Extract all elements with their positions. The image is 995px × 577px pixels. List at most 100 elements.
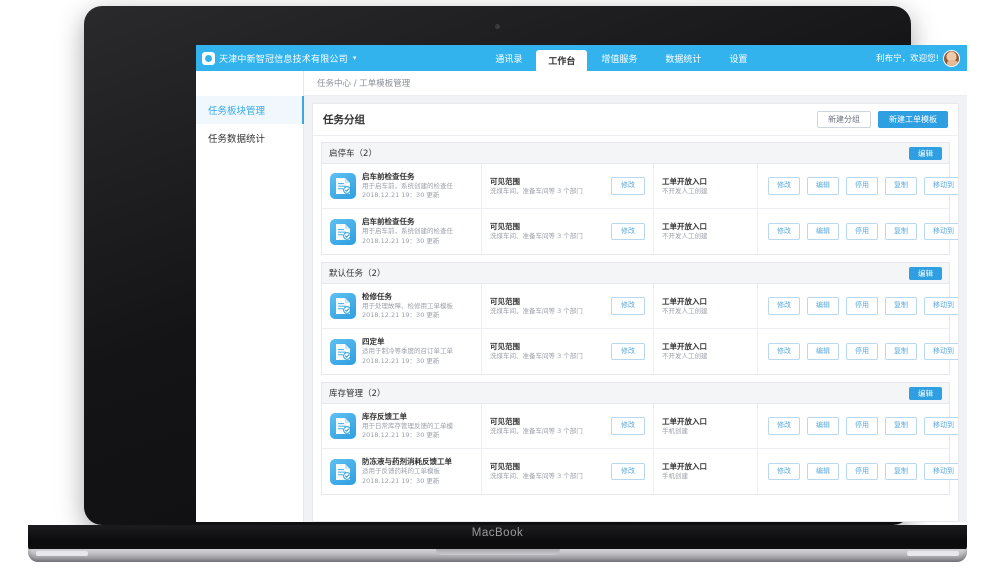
template-info: 库存反馈工单 用于日常库存管理反馈的工单模 2018.12.21 19：30 更新 bbox=[362, 412, 453, 441]
row-op-button-4[interactable]: 移动到 bbox=[924, 342, 958, 361]
visible-scope-label: 可见范围 bbox=[490, 462, 520, 471]
row-op-button-2[interactable]: 停用 bbox=[846, 297, 878, 315]
row-op-button-2[interactable]: 停用 bbox=[846, 222, 878, 241]
webcam-icon bbox=[495, 24, 500, 29]
template-name: 防冻液与药剂消耗反馈工单 bbox=[362, 457, 452, 467]
task-group: 默认任务（2） 编辑 检修任务 用于处理故障、检修用工单模板 2018.12.21 19… bbox=[321, 262, 958, 375]
template-cell: 启车前检查任务 用于启车前，系统创建的检查任 2018.12.21 19：30 更新 bbox=[322, 164, 482, 208]
row-op-button-0[interactable]: 修改 bbox=[768, 222, 800, 241]
template-description: 适用于反馈药耗的工单模板 bbox=[362, 467, 440, 476]
row-operations-cell: 修改 编辑 停用 复制 移动到 bbox=[758, 449, 958, 494]
new-group-button[interactable]: 新建分组 bbox=[817, 110, 871, 129]
table-row: 启车前检查任务 用于启车前，系统创建的检查任 2018.12.21 19：30 更新… bbox=[322, 209, 958, 254]
template-description: 用于启车前，系统创建的检查任 bbox=[362, 181, 453, 190]
row-op-button-3[interactable]: 复制 bbox=[885, 177, 917, 195]
visible-scope-cell: 可见范围 洗煤车间、准备车间等 3 个部门 修改 bbox=[482, 404, 654, 448]
visible-scope-cell: 可见范围 洗煤车间、准备车间等 3 个部门 修改 bbox=[482, 329, 654, 374]
edit-group-button[interactable]: 编辑 bbox=[909, 146, 942, 160]
modify-scope-button[interactable]: 修改 bbox=[611, 417, 645, 435]
row-op-button-0[interactable]: 修改 bbox=[768, 297, 800, 315]
work-order-entry-cell: 工单开放入口 手机创建 bbox=[654, 449, 758, 494]
row-op-button-3[interactable]: 复制 bbox=[885, 297, 917, 315]
page-title: 任务分组 bbox=[323, 114, 365, 126]
row-op-button-1[interactable]: 编辑 bbox=[807, 222, 839, 241]
work-order-entry-value: 不开发人工创建 bbox=[662, 352, 708, 361]
modify-scope-button[interactable]: 修改 bbox=[611, 222, 645, 241]
row-op-button-1[interactable]: 编辑 bbox=[807, 342, 839, 361]
template-updated-time: 2018.12.21 19：30 更新 bbox=[362, 311, 440, 320]
work-order-entry-label: 工单开放入口 bbox=[662, 296, 707, 306]
row-op-button-4[interactable]: 移动到 bbox=[924, 297, 958, 315]
row-op-button-0[interactable]: 修改 bbox=[768, 342, 800, 361]
table-row: 检修任务 用于处理故障、检修用工单模板 2018.12.21 19：30 更新 可见范… bbox=[322, 284, 958, 329]
row-op-button-1[interactable]: 编辑 bbox=[807, 417, 839, 435]
template-updated-time: 2018.12.21 19：30 更新 bbox=[362, 191, 440, 200]
work-order-entry-value: 手机创建 bbox=[662, 472, 688, 481]
edit-group-button[interactable]: 编辑 bbox=[909, 266, 942, 280]
breadcrumb: 任务中心 / 工单模板管理 bbox=[304, 71, 967, 96]
document-check-icon bbox=[330, 338, 356, 365]
template-info: 启车前检查任务 用于启车前，系统创建的检查任 2018.12.21 19：30 更新 bbox=[362, 172, 453, 201]
table-row: 库存反馈工单 用于日常库存管理反馈的工单模 2018.12.21 19：30 更新可… bbox=[322, 404, 958, 449]
nav-item-workbench[interactable]: 工作台 bbox=[536, 50, 588, 71]
modify-scope-button[interactable]: 修改 bbox=[611, 297, 645, 315]
row-op-button-2[interactable]: 停用 bbox=[846, 342, 878, 361]
template-cell: 四定单 适用于制冷等季度的召订单工单 2018.12.21 19：30 更新 bbox=[322, 329, 482, 374]
template-description: 用于处理故障、检修用工单模板 bbox=[362, 301, 453, 310]
row-op-button-2[interactable]: 停用 bbox=[846, 417, 878, 435]
document-check-icon bbox=[330, 293, 356, 319]
chevron-down-icon[interactable]: ▾ bbox=[353, 54, 357, 62]
app-header: 天津中新智冠信息技术有限公司 ▾ 通讯录 工作台 增值服务 数据统计 设置 利布… bbox=[196, 45, 967, 71]
new-work-order-template-button[interactable]: 新建工单模板 bbox=[878, 110, 948, 129]
visible-scope-value: 洗煤车间、准备车间等 3 个部门 bbox=[490, 232, 583, 241]
row-op-button-3[interactable]: 复制 bbox=[885, 342, 917, 361]
visible-scope-label: 可见范围 bbox=[490, 342, 520, 351]
work-order-entry-info: 工单开放入口 手机创建 bbox=[662, 461, 707, 482]
welcome-text: 利布宁，欢迎您! bbox=[876, 54, 939, 64]
row-operations-cell: 修改 编辑 停用 复制 移动到 bbox=[758, 329, 958, 374]
visible-scope-cell: 可见范围 洗煤车间、准备车间等 3 个部门 修改 bbox=[482, 209, 654, 254]
row-op-button-2[interactable]: 停用 bbox=[846, 462, 878, 481]
nav-item-value-added-services[interactable]: 增值服务 bbox=[587, 45, 651, 71]
row-op-button-4[interactable]: 移动到 bbox=[924, 177, 958, 195]
template-name: 启车前检查任务 bbox=[362, 217, 415, 227]
nav-item-settings[interactable]: 设置 bbox=[715, 45, 761, 71]
sidebar: 任务板块管理 任务数据统计 bbox=[196, 71, 304, 522]
visible-scope-info: 可见范围 洗煤车间、准备车间等 3 个部门 bbox=[490, 341, 583, 362]
row-op-button-1[interactable]: 编辑 bbox=[807, 297, 839, 315]
nav-item-contacts[interactable]: 通讯录 bbox=[481, 45, 536, 71]
work-order-entry-cell: 工单开放入口 不开发人工创建 bbox=[654, 329, 758, 374]
nav-item-data-statistics[interactable]: 数据统计 bbox=[651, 45, 715, 71]
row-op-button-4[interactable]: 移动到 bbox=[924, 417, 958, 435]
edit-group-button[interactable]: 编辑 bbox=[909, 386, 942, 400]
visible-scope-value: 洗煤车间、准备车间等 3 个部门 bbox=[490, 472, 583, 481]
row-op-button-4[interactable]: 移动到 bbox=[924, 462, 958, 481]
table-row: 防冻液与药剂消耗反馈工单 适用于反馈药耗的工单模板 2018.12.21 19：30… bbox=[322, 449, 958, 494]
sidebar-item-task-data-statistics[interactable]: 任务数据统计 bbox=[196, 124, 303, 152]
main-content: 任务中心 / 工单模板管理 任务分组 新建分组 新建工单模板 启停车（2） 编辑… bbox=[304, 71, 967, 522]
modify-scope-button[interactable]: 修改 bbox=[611, 342, 645, 361]
modify-scope-button[interactable]: 修改 bbox=[611, 177, 645, 195]
row-op-button-4[interactable]: 移动到 bbox=[924, 222, 958, 241]
template-updated-time: 2018.12.21 19：30 更新 bbox=[362, 236, 440, 245]
row-op-button-0[interactable]: 修改 bbox=[768, 462, 800, 481]
row-op-button-3[interactable]: 复制 bbox=[885, 462, 917, 481]
row-op-button-3[interactable]: 复制 bbox=[885, 222, 917, 241]
row-op-button-0[interactable]: 修改 bbox=[768, 417, 800, 435]
template-cell: 库存反馈工单 用于日常库存管理反馈的工单模 2018.12.21 19：30 更新 bbox=[322, 404, 482, 448]
row-op-button-1[interactable]: 编辑 bbox=[807, 177, 839, 195]
brand-switcher[interactable]: 天津中新智冠信息技术有限公司 ▾ bbox=[196, 51, 357, 65]
row-op-button-0[interactable]: 修改 bbox=[768, 177, 800, 195]
sidebar-item-task-module-management[interactable]: 任务板块管理 bbox=[196, 96, 304, 124]
visible-scope-cell: 可见范围 洗煤车间、准备车间等 3 个部门 修改 bbox=[482, 449, 654, 494]
visible-scope-value: 洗煤车间、准备车间等 3 个部门 bbox=[490, 426, 583, 435]
row-operations-cell: 修改 编辑 停用 复制 移动到 bbox=[758, 284, 958, 328]
visible-scope-label: 可见范围 bbox=[490, 222, 520, 231]
row-op-button-3[interactable]: 复制 bbox=[885, 417, 917, 435]
row-op-button-2[interactable]: 停用 bbox=[846, 177, 878, 195]
modify-scope-button[interactable]: 修改 bbox=[611, 462, 645, 481]
row-operations-cell: 修改 编辑 停用 复制 移动到 bbox=[758, 209, 958, 254]
avatar[interactable] bbox=[943, 49, 960, 67]
task-group-panel: 任务分组 新建分组 新建工单模板 启停车（2） 编辑 启车前检查任务 用于启车前，系统… bbox=[312, 103, 959, 522]
row-op-button-1[interactable]: 编辑 bbox=[807, 462, 839, 481]
